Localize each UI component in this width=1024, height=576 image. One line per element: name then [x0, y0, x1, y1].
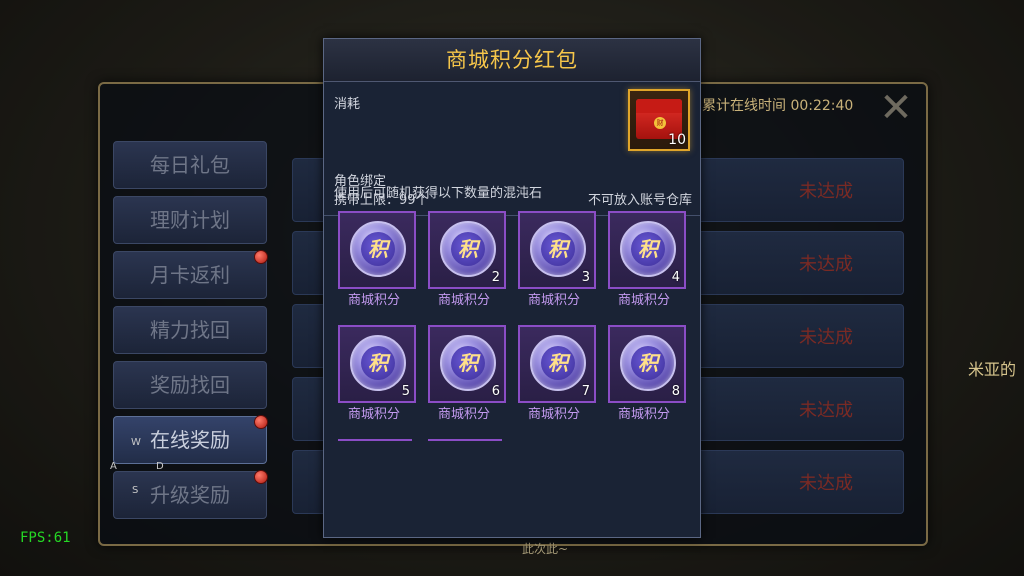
reward-status: 未达成: [799, 473, 853, 494]
reward-qty: 8: [671, 384, 680, 399]
warehouse-label: 不可放入账号仓库: [587, 193, 692, 208]
notification-dot: [254, 470, 268, 484]
key-a-label: A: [110, 461, 117, 472]
sidebar-item-reward-recover[interactable]: 奖励找回: [113, 361, 267, 409]
online-time-label: 累计在线时间 00:22:40: [702, 98, 854, 114]
reward-slot: 积: [338, 211, 416, 289]
reward-slot: 积 8: [608, 325, 686, 403]
reward-status: 未达成: [799, 327, 853, 348]
sidebar-item-label: 月卡返利: [150, 263, 230, 287]
key-s-label: S: [132, 485, 139, 496]
edge-text: 米亚的: [968, 360, 1017, 379]
notification-dot: [254, 415, 268, 429]
reward-qty: 2: [491, 270, 500, 285]
reward-slot: 积 7: [518, 325, 596, 403]
description-text: 使用后可随机获得以下数量的混沌石: [334, 186, 543, 201]
sidebar-item-label: 每日礼包: [150, 153, 230, 177]
sidebar-item-label: 在线奖励: [150, 428, 230, 452]
reward-status: 未达成: [799, 254, 853, 275]
reward-name: 商城积分: [347, 407, 400, 422]
envelope-seal-icon: 财: [654, 117, 666, 129]
reward-name: 商城积分: [347, 293, 400, 308]
key-w-label: W: [131, 437, 141, 448]
coin-glyph: 积: [451, 346, 485, 380]
coin-glyph: 积: [541, 232, 575, 266]
coin-glyph: 积: [631, 232, 665, 266]
sidebar-item-label: 奖励找回: [150, 373, 230, 397]
sidebar-item-energy-recover[interactable]: 精力找回: [113, 306, 267, 354]
coin-glyph: 积: [361, 232, 395, 266]
sidebar-item-month-card[interactable]: 月卡返利: [113, 250, 268, 299]
coin-glyph: 积: [541, 346, 575, 380]
reward-name: 商城积分: [527, 293, 580, 308]
sidebar-item-label: 升级奖励: [150, 483, 230, 507]
close-icon[interactable]: ✕: [876, 88, 916, 128]
reward-qty: 7: [581, 384, 590, 399]
popup-title: 商城积分红包: [324, 39, 700, 82]
item-tooltip-popup: 商城积分红包 消耗 角色绑定 携带上限：99个 不可放入账号仓库 财 10 使用…: [323, 38, 701, 538]
reward-status: 未达成: [799, 400, 853, 421]
sidebar-item-label: 理财计划: [150, 208, 230, 232]
coin-glyph: 积: [361, 346, 395, 380]
reward-slot: 积 2: [428, 211, 506, 289]
reward-status: 未达成: [799, 181, 853, 202]
sidebar-item-label: 精力找回: [150, 318, 230, 342]
reward-name: 商城积分: [437, 293, 490, 308]
notification-dot: [254, 250, 268, 264]
reward-name: 商城积分: [617, 407, 670, 422]
reward-slot: 积 6: [428, 325, 506, 403]
consume-label: 消耗: [334, 97, 361, 112]
reward-name: 商城积分: [527, 407, 580, 422]
fps-counter: FPS:61: [20, 530, 71, 546]
sidebar-item-finance-plan[interactable]: 理财计划: [113, 196, 267, 244]
coin-glyph: 积: [631, 346, 665, 380]
mall-points-coin-icon: 积: [620, 335, 676, 391]
reward-slot-partial: [428, 439, 502, 445]
reward-slot: 积 4: [608, 211, 686, 289]
sidebar-item-daily-gift[interactable]: 每日礼包: [113, 141, 267, 189]
reward-name: 商城积分: [617, 293, 670, 308]
reward-slot: 积 3: [518, 211, 596, 289]
mall-points-coin-icon: 积: [350, 335, 406, 391]
item-count: 10: [668, 132, 686, 148]
reward-qty: 5: [401, 384, 410, 399]
reward-qty: 6: [491, 384, 500, 399]
mall-points-coin-icon: 积: [530, 221, 586, 277]
reward-slot: 积 5: [338, 325, 416, 403]
mall-points-coin-icon: 积: [440, 221, 496, 277]
reward-slot-partial: [338, 439, 412, 445]
mall-points-coin-icon: 积: [350, 221, 406, 277]
coin-glyph: 积: [451, 232, 485, 266]
mall-points-coin-icon: 积: [440, 335, 496, 391]
mall-points-coin-icon: 积: [530, 335, 586, 391]
reward-qty: 4: [671, 270, 680, 285]
reward-name: 商城积分: [437, 407, 490, 422]
key-d-label: D: [156, 461, 164, 472]
reward-qty: 3: [581, 270, 590, 285]
item-slot: 财 10: [628, 89, 690, 151]
mall-points-coin-icon: 积: [620, 221, 676, 277]
bottom-text: 此次此~: [522, 542, 569, 556]
